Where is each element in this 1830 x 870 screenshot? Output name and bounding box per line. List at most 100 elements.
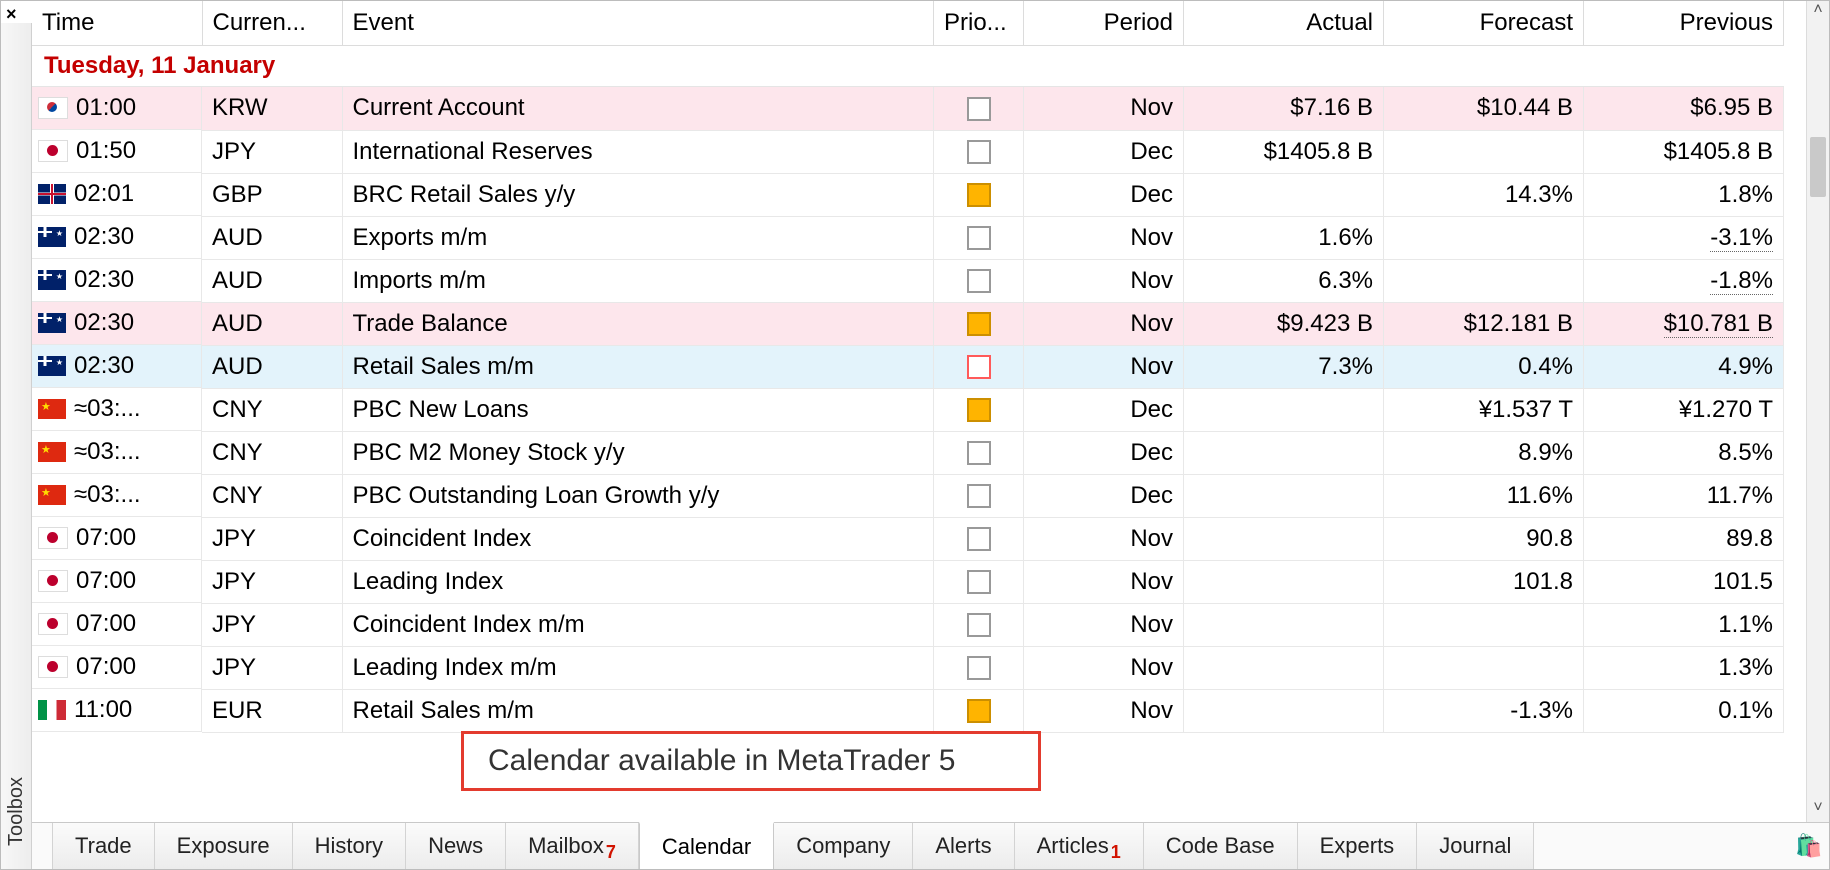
cell-period: Nov [1024,603,1184,646]
tab-calendar[interactable]: Calendar [639,822,774,869]
tab-experts[interactable]: Experts [1298,823,1418,869]
tab-company[interactable]: Company [774,823,913,869]
scroll-up-arrow-icon[interactable]: ˄ [1807,1,1829,25]
col-actual[interactable]: Actual [1184,1,1384,46]
cny-flag-icon [38,442,66,462]
col-previous[interactable]: Previous [1584,1,1784,46]
priority-square-icon [967,398,991,422]
toolbox-sidebar-tab[interactable]: Toolbox [1,23,32,869]
calendar-event-row[interactable]: 02:01GBPBRC Retail Sales y/yDec14.3%1.8% [32,173,1784,216]
tab-exposure[interactable]: Exposure [155,823,293,869]
col-time[interactable]: Time [32,1,202,46]
tab-mailbox[interactable]: Mailbox7 [506,823,639,869]
cell-event: International Reserves [342,130,934,173]
cell-period: Nov [1024,517,1184,560]
cell-event: Coincident Index m/m [342,603,934,646]
cell-time: 07:00 [32,603,202,646]
col-currency[interactable]: Curren... [202,1,342,46]
calendar-event-row[interactable]: ≈03:...CNYPBC New LoansDec¥1.537 T¥1.270… [32,388,1784,431]
priority-square-icon [967,613,991,637]
jpy-flag-icon [38,656,68,678]
cell-event: Trade Balance [342,302,934,345]
cell-priority [934,689,1024,732]
cell-period: Dec [1024,388,1184,431]
calendar-event-row[interactable]: 07:00JPYLeading IndexNov101.8101.5 [32,560,1784,603]
tab-label: Trade [75,833,132,859]
cell-currency: CNY [202,388,342,431]
calendar-event-row[interactable]: 11:00EURRetail Sales m/mNov-1.3%0.1% [32,689,1784,732]
calendar-event-row[interactable]: 02:30AUDTrade BalanceNov$9.423 B$12.181 … [32,302,1784,345]
calendar-event-row[interactable]: 07:00JPYLeading Index m/mNov1.3% [32,646,1784,689]
tab-news[interactable]: News [406,823,506,869]
priority-square-icon [967,355,991,379]
cell-priority [934,517,1024,560]
cell-actual: $1405.8 B [1184,130,1384,173]
calendar-event-row[interactable]: 02:30AUDRetail Sales m/mNov7.3%0.4%4.9% [32,345,1784,388]
tab-code-base[interactable]: Code Base [1144,823,1298,869]
col-event[interactable]: Event [342,1,934,46]
calendar-event-row[interactable]: ≈03:...CNYPBC Outstanding Loan Growth y/… [32,474,1784,517]
cell-forecast: 101.8 [1384,560,1584,603]
event-time: 01:00 [76,94,136,122]
cell-previous: 1.1% [1584,603,1784,646]
cell-actual [1184,431,1384,474]
cell-priority [934,388,1024,431]
vertical-scrollbar[interactable]: ˄ ˅ [1806,1,1829,823]
tab-label: Journal [1439,833,1511,859]
toolbox-tabstrip: Trade ExposureHistory News Mailbox7 Calendar… [32,822,1829,869]
scroll-down-arrow-icon[interactable]: ˅ [1807,799,1829,823]
close-icon[interactable]: × [6,5,17,23]
cell-previous: 101.5 [1584,560,1784,603]
cell-priority [934,259,1024,302]
calendar-header-row: Time Curren... Event Prio... Period Actu… [32,1,1784,46]
cell-event: Coincident Index [342,517,934,560]
calendar-event-row[interactable]: 02:30AUDImports m/mNov6.3%-1.8% [32,259,1784,302]
tab-label: News [428,833,483,859]
event-time: ≈03:... [74,395,141,423]
cell-forecast [1384,259,1584,302]
cell-currency: JPY [202,646,342,689]
tab-history[interactable]: History [293,823,406,869]
priority-square-icon [967,699,991,723]
event-time: 02:30 [74,223,134,251]
cny-flag-icon [38,485,66,505]
calendar-event-row[interactable]: 02:30AUDExports m/mNov1.6%-3.1% [32,216,1784,259]
cell-forecast: $12.181 B [1384,302,1584,345]
calendar-event-row[interactable]: 07:00JPYCoincident Index m/mNov1.1% [32,603,1784,646]
tab-alerts[interactable]: Alerts [913,823,1014,869]
calendar-event-row[interactable]: 07:00JPYCoincident IndexNov90.889.8 [32,517,1784,560]
tab-articles[interactable]: Articles1 [1015,823,1144,869]
cell-currency: GBP [202,173,342,216]
tab-journal[interactable]: Journal [1417,823,1534,869]
cell-event: Leading Index m/m [342,646,934,689]
market-bag-icon[interactable]: 🛍️ [1789,823,1829,869]
cell-forecast [1384,603,1584,646]
col-forecast[interactable]: Forecast [1384,1,1584,46]
tab-label: Calendar [662,834,751,860]
priority-square-icon [967,484,991,508]
cell-currency: AUD [202,302,342,345]
col-priority[interactable]: Prio... [934,1,1024,46]
col-period[interactable]: Period [1024,1,1184,46]
scroll-thumb[interactable] [1810,137,1826,197]
cell-currency: KRW [202,87,342,131]
cell-event: Imports m/m [342,259,934,302]
aud-flag-icon [38,270,66,290]
date-header-row: Tuesday, 11 January [32,46,1784,87]
tab-trade[interactable]: Trade [52,823,155,869]
calendar-event-row[interactable]: 01:50JPYInternational ReservesDec$1405.8… [32,130,1784,173]
event-time: 02:30 [74,309,134,337]
cell-priority [934,474,1024,517]
cell-period: Nov [1024,560,1184,603]
cell-event: PBC Outstanding Loan Growth y/y [342,474,934,517]
calendar-event-row[interactable]: 01:00KRWCurrent AccountNov$7.16 B$10.44 … [32,87,1784,131]
toolbox-sidebar-label: Toolbox [5,777,28,846]
cell-priority [934,87,1024,131]
aud-flag-icon [38,356,66,376]
calendar-event-row[interactable]: ≈03:...CNYPBC M2 Money Stock y/yDec8.9%8… [32,431,1784,474]
cell-currency: AUD [202,345,342,388]
cell-previous: ¥1.270 T [1584,388,1784,431]
cell-previous: 4.9% [1584,345,1784,388]
cell-previous: 0.1% [1584,689,1784,732]
event-time: 01:50 [76,137,136,165]
